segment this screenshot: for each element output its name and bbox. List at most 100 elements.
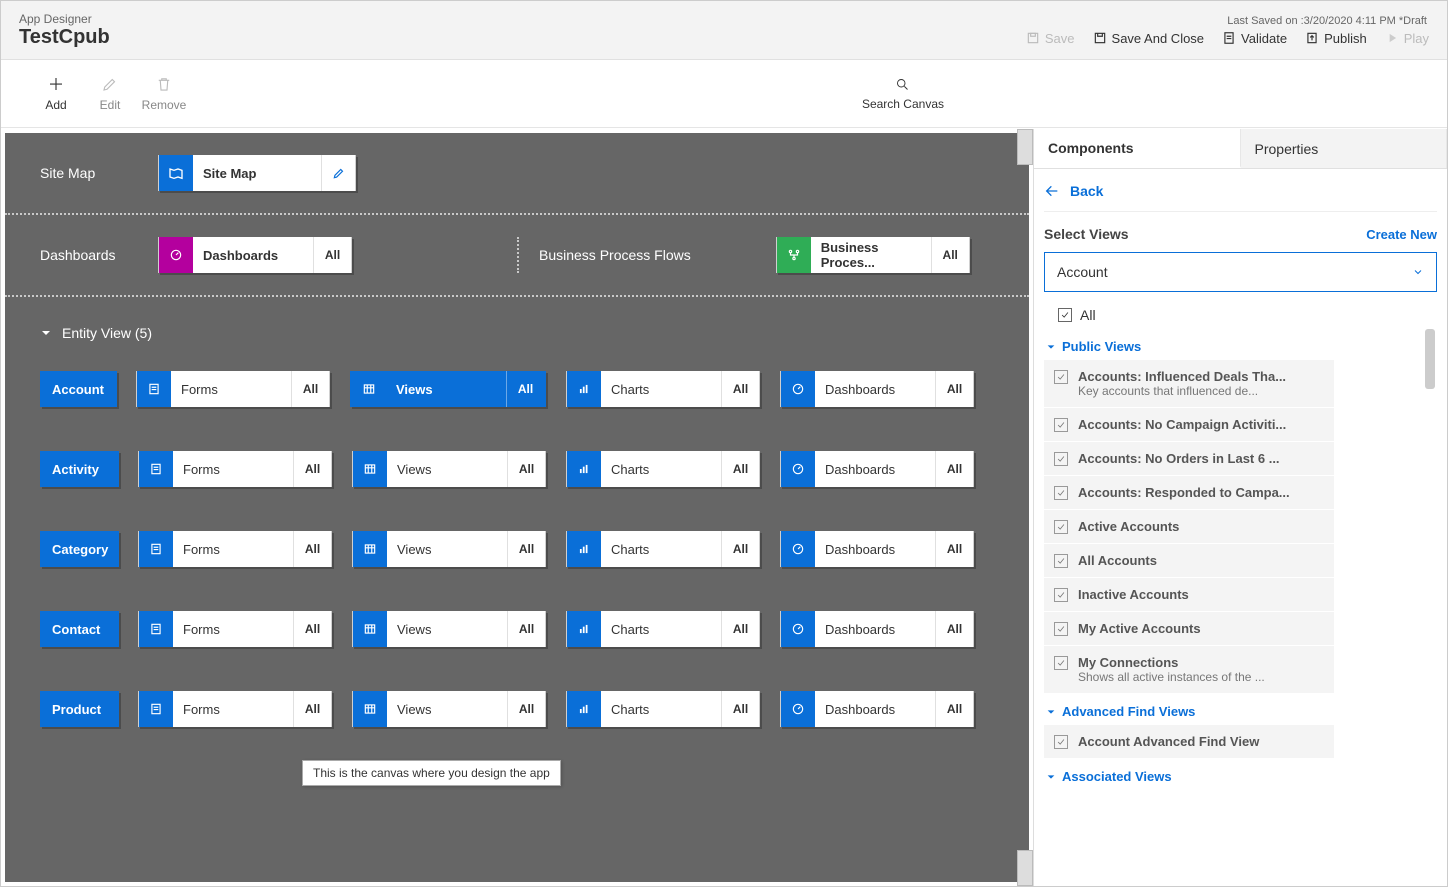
all-button[interactable]: All	[506, 371, 544, 407]
create-new-link[interactable]: Create New	[1366, 227, 1437, 242]
all-button[interactable]: All	[721, 451, 759, 487]
entity-label[interactable]: Category	[40, 531, 119, 567]
save-and-close-button[interactable]: Save And Close	[1093, 31, 1205, 46]
advanced-find-views-group[interactable]: Advanced Find Views	[1044, 694, 1437, 725]
tab-properties[interactable]: Properties	[1241, 129, 1448, 168]
all-button[interactable]: All	[935, 371, 973, 407]
view-list-item[interactable]: Account Advanced Find View	[1044, 725, 1334, 759]
validate-button[interactable]: Validate	[1222, 31, 1287, 46]
entity-forms-tile[interactable]: FormsAll	[138, 451, 332, 487]
checkbox-icon	[1054, 554, 1068, 568]
dashboards-all[interactable]: All	[313, 237, 351, 273]
bpf-all[interactable]: All	[931, 237, 969, 273]
all-button[interactable]: All	[721, 371, 759, 407]
search-canvas-button[interactable]: Search Canvas	[862, 77, 944, 111]
all-button[interactable]: All	[291, 371, 329, 407]
entity-forms-tile[interactable]: FormsAll	[138, 691, 332, 727]
entity-select[interactable]: Account	[1044, 252, 1437, 292]
save-button[interactable]: Save	[1026, 31, 1075, 46]
panel-scrollbar[interactable]	[1423, 329, 1437, 790]
canvas-scrollbar-up[interactable]	[1017, 129, 1033, 165]
all-checkbox-row[interactable]: All	[1044, 302, 1437, 329]
remove-button[interactable]: Remove	[137, 75, 191, 112]
toolbar: Add Edit Remove Search Canvas	[1, 60, 1447, 128]
entity-dashboards-tile[interactable]: DashboardsAll	[780, 691, 974, 727]
validate-icon	[1222, 31, 1236, 45]
dashboards-tile[interactable]: Dashboards All	[158, 237, 352, 273]
publish-button[interactable]: Publish	[1305, 31, 1367, 46]
last-saved-text: Last Saved on :3/20/2020 4:11 PM *Draft	[1227, 15, 1427, 27]
forms-icon	[139, 611, 173, 647]
all-button[interactable]: All	[293, 611, 331, 647]
all-button[interactable]: All	[935, 611, 973, 647]
checkbox-icon	[1054, 452, 1068, 466]
view-list-item[interactable]: Accounts: Influenced Deals Tha...Key acc…	[1044, 360, 1334, 408]
canvas-scrollbar-down[interactable]	[1017, 850, 1033, 886]
entity-views-tile[interactable]: ViewsAll	[352, 531, 546, 567]
view-list-item[interactable]: My Active Accounts	[1044, 612, 1334, 646]
sitemap-tile[interactable]: Site Map	[158, 155, 356, 191]
entity-forms-tile[interactable]: FormsAll	[136, 371, 330, 407]
entity-dashboards-tile[interactable]: DashboardsAll	[780, 371, 974, 407]
all-button[interactable]: All	[721, 691, 759, 727]
view-list-item[interactable]: Accounts: Responded to Campa...	[1044, 476, 1334, 510]
bpf-label: Business Process Flows	[539, 247, 691, 263]
entity-charts-tile[interactable]: ChartsAll	[566, 451, 760, 487]
canvas-tooltip: This is the canvas where you design the …	[302, 760, 561, 786]
entity-view-header[interactable]: Entity View (5)	[40, 325, 994, 341]
save-close-icon	[1093, 31, 1107, 45]
save-icon	[1026, 31, 1040, 45]
associated-views-group[interactable]: Associated Views	[1044, 759, 1437, 790]
bpf-tile[interactable]: Business Proces... All	[776, 237, 970, 273]
entity-charts-tile[interactable]: ChartsAll	[566, 531, 760, 567]
edit-button[interactable]: Edit	[83, 75, 137, 112]
entity-dashboards-tile[interactable]: DashboardsAll	[780, 531, 974, 567]
entity-forms-tile[interactable]: FormsAll	[138, 611, 332, 647]
sitemap-edit-button[interactable]	[321, 155, 355, 191]
entity-charts-tile[interactable]: ChartsAll	[566, 611, 760, 647]
entity-dashboards-tile[interactable]: DashboardsAll	[780, 451, 974, 487]
entity-views-tile[interactable]: ViewsAll	[352, 611, 546, 647]
all-button[interactable]: All	[935, 691, 973, 727]
all-button[interactable]: All	[935, 451, 973, 487]
checkbox-icon	[1054, 656, 1068, 670]
app-subtitle: App Designer	[19, 12, 110, 26]
entity-charts-tile[interactable]: ChartsAll	[566, 371, 760, 407]
entity-charts-tile[interactable]: ChartsAll	[566, 691, 760, 727]
entity-dashboards-tile[interactable]: DashboardsAll	[780, 611, 974, 647]
view-list-item[interactable]: Accounts: No Campaign Activiti...	[1044, 408, 1334, 442]
view-list-item[interactable]: Inactive Accounts	[1044, 578, 1334, 612]
all-button[interactable]: All	[721, 611, 759, 647]
entity-views-tile[interactable]: ViewsAll	[352, 691, 546, 727]
view-list-item[interactable]: Accounts: No Orders in Last 6 ...	[1044, 442, 1334, 476]
entity-label[interactable]: Account	[40, 371, 117, 407]
all-button[interactable]: All	[935, 531, 973, 567]
all-button[interactable]: All	[507, 531, 545, 567]
all-button[interactable]: All	[507, 451, 545, 487]
entity-label[interactable]: Contact	[40, 611, 119, 647]
all-button[interactable]: All	[507, 611, 545, 647]
add-button[interactable]: Add	[29, 75, 83, 112]
views-icon	[353, 611, 387, 647]
entity-views-tile[interactable]: ViewsAll	[352, 451, 546, 487]
chevron-down-icon	[1046, 342, 1056, 352]
checkbox-icon	[1054, 370, 1068, 384]
all-button[interactable]: All	[507, 691, 545, 727]
tab-components[interactable]: Components	[1034, 129, 1241, 168]
plus-icon	[47, 75, 65, 93]
play-button[interactable]: Play	[1385, 31, 1429, 46]
all-button[interactable]: All	[721, 531, 759, 567]
view-list-item[interactable]: My ConnectionsShows all active instances…	[1044, 646, 1334, 694]
all-button[interactable]: All	[293, 691, 331, 727]
entity-label[interactable]: Product	[40, 691, 119, 727]
all-button[interactable]: All	[293, 451, 331, 487]
public-views-group[interactable]: Public Views	[1044, 329, 1437, 360]
entity-label[interactable]: Activity	[40, 451, 119, 487]
back-button[interactable]: Back	[1044, 179, 1437, 212]
entity-forms-tile[interactable]: FormsAll	[138, 531, 332, 567]
view-list-item[interactable]: Active Accounts	[1044, 510, 1334, 544]
charts-icon	[567, 451, 601, 487]
all-button[interactable]: All	[293, 531, 331, 567]
view-list-item[interactable]: All Accounts	[1044, 544, 1334, 578]
entity-views-tile[interactable]: ViewsAll	[350, 371, 546, 407]
